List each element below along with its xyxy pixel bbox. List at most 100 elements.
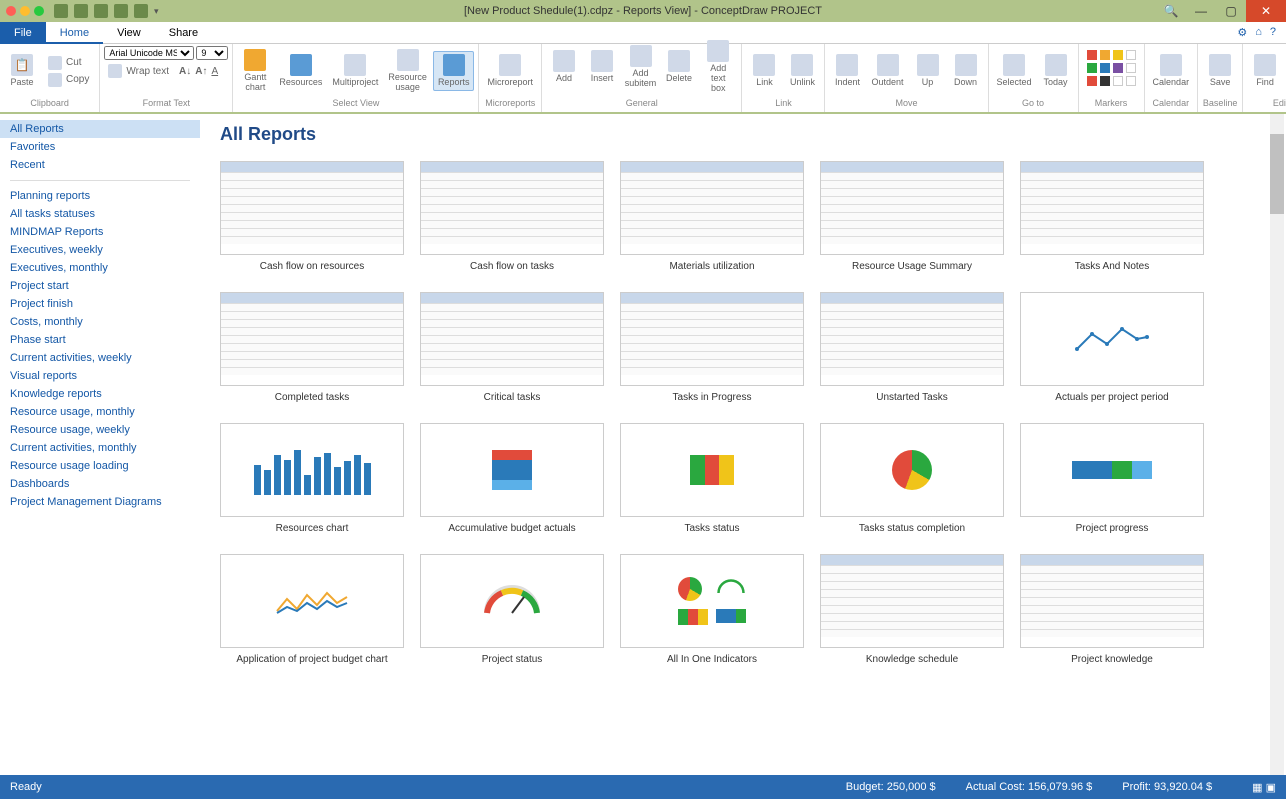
up-button[interactable]: Up: [910, 52, 946, 90]
report-tile-cash-flow-on-resources[interactable]: Cash flow on resources: [220, 161, 404, 272]
report-label: Cash flow on resources: [260, 261, 365, 272]
close-button[interactable]: ✕: [1246, 0, 1286, 22]
minimize-button[interactable]: —: [1186, 0, 1216, 22]
down-icon: [955, 54, 977, 76]
report-tile-project-knowledge[interactable]: Project knowledge: [1020, 554, 1204, 665]
insert-button[interactable]: Insert: [584, 48, 620, 86]
multiproject-button[interactable]: Multiproject: [328, 52, 382, 90]
sidebar-item-knowledge-reports[interactable]: Knowledge reports: [10, 385, 190, 403]
resources-button[interactable]: Resources: [275, 52, 326, 90]
report-tile-materials-utilization[interactable]: Materials utilization: [620, 161, 804, 272]
microreport-button[interactable]: Microreport: [483, 52, 537, 90]
sidebar-item-resource-usage-weekly[interactable]: Resource usage, weekly: [10, 421, 190, 439]
unlink-button[interactable]: Unlink: [784, 52, 820, 90]
sidebar-item-favorites[interactable]: Favorites: [10, 138, 190, 156]
qat-undo-icon[interactable]: [74, 4, 88, 18]
sidebar-item-project-start[interactable]: Project start: [10, 277, 190, 295]
mac-zoom-icon[interactable]: [34, 6, 44, 16]
report-tile-tasks-status-completion[interactable]: Tasks status completion: [820, 423, 1004, 534]
scrollbar-vertical[interactable]: [1270, 114, 1284, 775]
tab-view[interactable]: View: [103, 22, 155, 44]
report-label: Tasks status: [684, 523, 739, 534]
reports-button[interactable]: Reports: [433, 51, 475, 91]
mac-close-icon[interactable]: [6, 6, 16, 16]
add-textbox-button[interactable]: Add text box: [699, 38, 737, 96]
qat-save-icon[interactable]: [54, 4, 68, 18]
gantt-chart-button[interactable]: Gantt chart: [237, 47, 273, 95]
today-button[interactable]: Today: [1038, 52, 1074, 90]
report-tile-completed-tasks[interactable]: Completed tasks: [220, 292, 404, 403]
qat-redo-icon[interactable]: [94, 4, 108, 18]
tab-file[interactable]: File: [0, 22, 46, 44]
calendar-button[interactable]: Calendar: [1149, 52, 1194, 90]
qat-dropdown-icon[interactable]: ▾: [154, 6, 159, 17]
sidebar-item-phase-start[interactable]: Phase start: [10, 331, 190, 349]
sidebar-item-executives-monthly[interactable]: Executives, monthly: [10, 259, 190, 277]
report-tile-actuals-per-project-period[interactable]: Actuals per project period: [1020, 292, 1204, 403]
report-tile-tasks-and-notes[interactable]: Tasks And Notes: [1020, 161, 1204, 272]
sidebar-item-mindmap-reports[interactable]: MINDMAP Reports: [10, 223, 190, 241]
sidebar-item-all-reports[interactable]: All Reports: [0, 120, 200, 138]
sidebar-item-resource-usage-loading[interactable]: Resource usage loading: [10, 457, 190, 475]
paste-icon: 📋: [11, 54, 33, 76]
sidebar-item-project-finish[interactable]: Project finish: [10, 295, 190, 313]
report-label: Completed tasks: [275, 392, 349, 403]
cut-button[interactable]: Cut: [44, 55, 93, 71]
sidebar-item-executives-weekly[interactable]: Executives, weekly: [10, 241, 190, 259]
link-button[interactable]: Link: [746, 52, 782, 90]
scrollbar-thumb[interactable]: [1270, 134, 1284, 214]
group-move: Indent Outdent Up Down Move: [825, 44, 988, 112]
sidebar-item-all-tasks-statuses[interactable]: All tasks statuses: [10, 205, 190, 223]
report-tile-all-in-one-indicators[interactable]: All In One Indicators: [620, 554, 804, 665]
selected-button[interactable]: Selected: [993, 52, 1036, 90]
mac-minimize-icon[interactable]: [20, 6, 30, 16]
save-baseline-button[interactable]: Save: [1202, 52, 1238, 90]
report-tile-critical-tasks[interactable]: Critical tasks: [420, 292, 604, 403]
tab-home[interactable]: Home: [46, 22, 103, 44]
qat-zoom-icon[interactable]: [134, 4, 148, 18]
sidebar-item-planning-reports[interactable]: Planning reports: [10, 187, 190, 205]
report-tile-tasks-in-progress[interactable]: Tasks in Progress: [620, 292, 804, 403]
sidebar-item-visual-reports[interactable]: Visual reports: [10, 367, 190, 385]
sidebar-item-project-management-diagrams[interactable]: Project Management Diagrams: [10, 493, 190, 511]
sidebar-item-current-activities-monthly[interactable]: Current activities, monthly: [10, 439, 190, 457]
up-icon: [917, 54, 939, 76]
sidebar-item-dashboards[interactable]: Dashboards: [10, 475, 190, 493]
report-tile-unstarted-tasks[interactable]: Unstarted Tasks: [820, 292, 1004, 403]
settings-icon[interactable]: ⚙: [1237, 26, 1247, 39]
sidebar-item-recent[interactable]: Recent: [10, 156, 190, 174]
copy-button[interactable]: Copy: [44, 72, 93, 88]
status-extra-icon[interactable]: ▦ ▣: [1252, 781, 1276, 794]
report-tile-application-of-project-budget-chart[interactable]: Application of project budget chart: [220, 554, 404, 665]
report-tile-tasks-status[interactable]: Tasks status: [620, 423, 804, 534]
font-select[interactable]: Arial Unicode MS: [104, 46, 194, 60]
marker-palette[interactable]: [1083, 46, 1140, 90]
report-tile-project-status[interactable]: Project status: [420, 554, 604, 665]
help-icon[interactable]: ?: [1270, 26, 1276, 39]
fontsize-select[interactable]: 9: [196, 46, 228, 60]
report-tile-resource-usage-summary[interactable]: Resource Usage Summary: [820, 161, 1004, 272]
add-subitem-button[interactable]: Add subitem: [622, 43, 659, 91]
add-button[interactable]: Add: [546, 48, 582, 86]
wraptext-button[interactable]: Wrap text A↓A↑A: [104, 63, 222, 79]
sidebar-item-costs-monthly[interactable]: Costs, monthly: [10, 313, 190, 331]
maximize-button[interactable]: ▢: [1216, 0, 1246, 22]
sidebar-item-resource-usage-monthly[interactable]: Resource usage, monthly: [10, 403, 190, 421]
outdent-button[interactable]: Outdent: [867, 52, 907, 90]
home-icon[interactable]: ⌂: [1255, 26, 1262, 39]
report-tile-resources-chart[interactable]: Resources chart: [220, 423, 404, 534]
resource-usage-button[interactable]: Resource usage: [384, 47, 431, 95]
paste-button[interactable]: 📋 Paste: [4, 52, 40, 90]
find-button[interactable]: Find: [1247, 52, 1283, 90]
report-tile-knowledge-schedule[interactable]: Knowledge schedule: [820, 554, 1004, 665]
report-tile-cash-flow-on-tasks[interactable]: Cash flow on tasks: [420, 161, 604, 272]
sidebar-item-current-activities-weekly[interactable]: Current activities, weekly: [10, 349, 190, 367]
qat-print-icon[interactable]: [114, 4, 128, 18]
delete-button[interactable]: Delete: [661, 48, 697, 86]
tab-share[interactable]: Share: [155, 22, 212, 44]
indent-button[interactable]: Indent: [829, 52, 865, 90]
search-icon[interactable]: 🔍: [1156, 0, 1186, 22]
report-tile-project-progress[interactable]: Project progress: [1020, 423, 1204, 534]
report-tile-accumulative-budget-actuals[interactable]: Accumulative budget actuals: [420, 423, 604, 534]
down-button[interactable]: Down: [948, 52, 984, 90]
